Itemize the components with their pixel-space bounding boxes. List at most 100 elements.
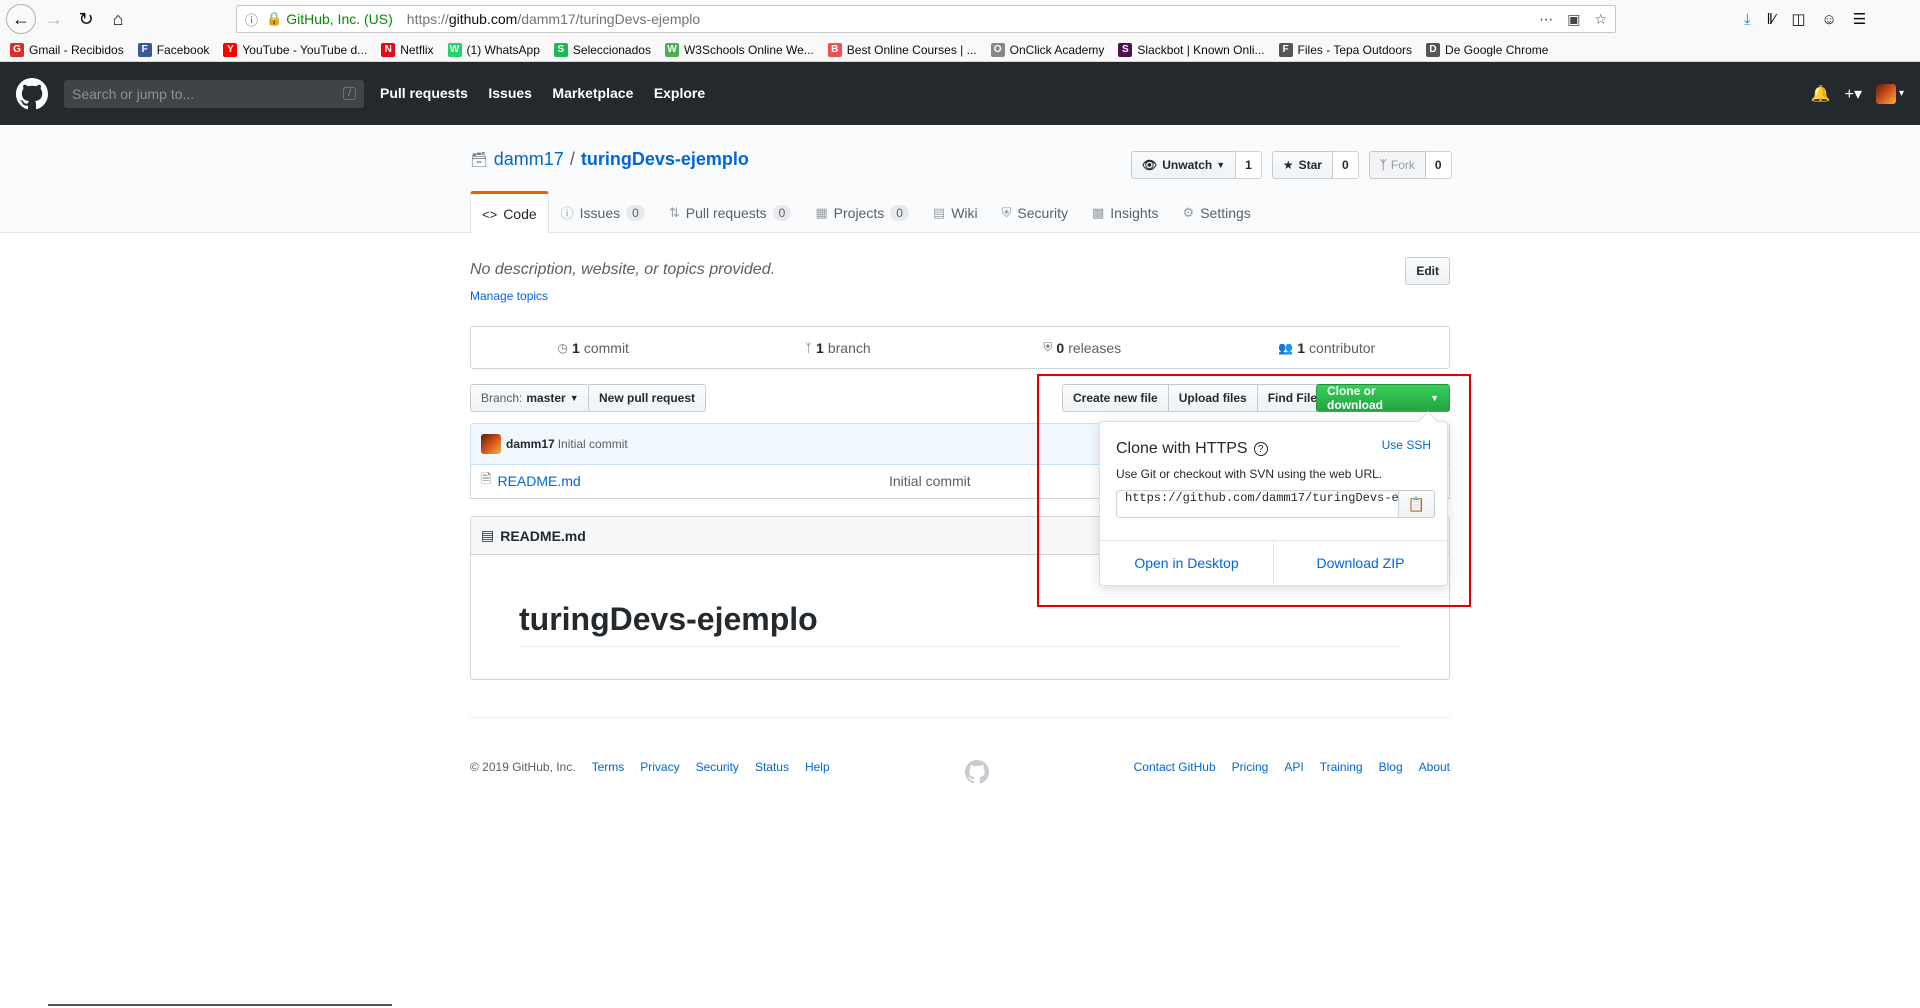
nav-issues[interactable]: Issues [488,85,532,101]
nav-explore[interactable]: Explore [654,85,705,101]
fork-count[interactable]: 0 [1425,151,1452,179]
tab-pull-requests[interactable]: ⇅ Pull requests 0 [657,191,804,233]
bookmark-label: Facebook [156,42,210,57]
clone-url-field[interactable]: https://github.com/damm17/turingDevs-eje… [1116,490,1399,518]
download-zip-button[interactable]: Download ZIP [1273,541,1447,585]
summary-commits[interactable]: ◷ 1 commit [471,327,716,368]
plus-icon[interactable]: +▾ [1845,84,1862,104]
bookmark-item[interactable]: W W3Schools Online We... [664,42,814,57]
footer-link-blog[interactable]: Blog [1379,760,1403,774]
bookmark-item[interactable]: B Best Online Courses | ... [827,42,977,57]
bookmark-item[interactable]: S Seleccionados [553,42,651,57]
footer-link-help[interactable]: Help [805,760,830,774]
footer-link-pricing[interactable]: Pricing [1232,760,1269,774]
summary-contributors[interactable]: 👥 1 contributor [1205,327,1450,368]
home-button[interactable]: ⌂ [104,5,132,33]
commit-message[interactable]: Initial commit [558,437,628,451]
pull-request-icon: ⇅ [668,204,680,220]
github-header: Search or jump to... / Pull requests Iss… [0,62,1920,125]
star-button[interactable]: ★ Star [1271,151,1333,179]
pocket-icon[interactable]: ▣ [1567,11,1580,28]
repo-owner-link[interactable]: damm17 [494,149,564,170]
star-group: ★ Star 0 [1271,151,1359,179]
tab-label: Wiki [951,204,978,221]
horizontal-scrollbar[interactable] [48,1004,392,1006]
readme-filename: README.md [500,527,586,544]
book-icon: ▤ [932,204,946,220]
tab-wiki[interactable]: ▤ Wiki [921,191,990,233]
footer-link-privacy[interactable]: Privacy [640,760,679,774]
numbers-summary: ◷ 1 commit ᛉ 1 branch ⛨ 0 releases 👥 1 c… [470,326,1450,369]
manage-topics-link[interactable]: Manage topics [470,289,548,303]
tab-projects[interactable]: ▦ Projects 0 [803,191,921,233]
forward-button[interactable]: → [40,5,68,33]
file-commit-message[interactable]: Initial commit [889,473,971,489]
library-icon[interactable]: ‖⁄ [1767,11,1776,28]
bookmark-label: W3Schools Online We... [683,42,814,57]
open-in-desktop-button[interactable]: Open in Desktop [1100,541,1273,585]
watch-count[interactable]: 1 [1236,151,1262,179]
footer-link-api[interactable]: API [1284,760,1303,774]
new-pull-request-button[interactable]: New pull request [588,384,707,412]
footer-link-status[interactable]: Status [755,760,789,774]
bookmark-item[interactable]: F Facebook [137,42,210,57]
footer-link-training[interactable]: Training [1320,760,1363,774]
bookmark-star-icon[interactable]: ☆ [1594,11,1607,28]
sidebar-icon[interactable]: ◫ [1791,10,1805,28]
github-mark-icon[interactable] [965,760,989,784]
github-logo-icon[interactable] [16,77,48,110]
footer-link-contact[interactable]: Contact GitHub [1134,760,1216,774]
tab-settings[interactable]: ⚙ Settings [1171,191,1263,233]
back-button[interactable]: ← [6,4,36,34]
commit-author[interactable]: damm17 [506,437,555,451]
tab-insights[interactable]: ▩ Insights [1080,191,1171,233]
avatar[interactable] [481,434,501,454]
bell-icon[interactable]: 🔔 [1811,84,1831,104]
use-ssh-link[interactable]: Use SSH [1382,438,1431,452]
copy-clipboard-button[interactable]: 📋 [1399,490,1435,518]
url-bar[interactable]: ⓘ 🔒 GitHub, Inc. (US) https://github.com… [236,5,1616,33]
bookmark-label: De Google Chrome [1445,42,1549,57]
account-icon[interactable]: ☺ [1822,11,1837,28]
tab-code[interactable]: <> Code [470,191,549,234]
nav-pull-requests[interactable]: Pull requests [380,85,468,101]
bookmark-item[interactable]: W (1) WhatsApp [447,42,540,57]
star-count[interactable]: 0 [1332,151,1359,179]
unwatch-button[interactable]: 👁 Unwatch ▼ [1131,151,1237,179]
user-menu[interactable]: ▾ [1875,83,1904,104]
page-actions-icon[interactable]: ⋯ [1539,11,1553,28]
bookmark-item[interactable]: D De Google Chrome [1426,42,1549,57]
footer-link-about[interactable]: About [1419,760,1450,774]
youtube-icon: Y [223,42,238,57]
edit-button[interactable]: Edit [1405,257,1450,285]
url-domain: github.com [448,11,518,27]
bookmark-item[interactable]: N Netflix [381,42,434,57]
question-icon[interactable]: ? [1253,442,1268,456]
tab-security[interactable]: ⛨ Security [990,191,1080,233]
site-identity[interactable]: GitHub, Inc. (US) [286,11,393,27]
caret-down-icon: ▼ [1216,160,1226,170]
tab-issues[interactable]: ⓘ Issues 0 [549,191,657,233]
info-icon[interactable]: ⓘ [245,10,258,29]
nav-marketplace[interactable]: Marketplace [552,85,633,101]
bookmark-label: Best Online Courses | ... [846,42,977,57]
file-name-link[interactable]: README.md [497,473,580,489]
graph-icon: ▩ [1092,204,1105,220]
reload-button[interactable]: ↻ [72,5,100,33]
bookmark-item[interactable]: G Gmail - Recibidos [10,42,124,57]
summary-releases[interactable]: ⛨ 0 releases [960,327,1205,368]
bookmark-item[interactable]: S Slackbot | Known Onli... [1118,42,1265,57]
bookmark-item[interactable]: O OnClick Academy [990,42,1104,57]
menu-icon[interactable]: ☰ [1853,10,1866,28]
footer-link-security[interactable]: Security [696,760,739,774]
search-input[interactable]: Search or jump to... / [64,79,364,108]
folder-icon: D [1426,42,1441,57]
download-icon[interactable]: ⤓ [1744,11,1751,28]
footer-link-terms[interactable]: Terms [592,760,625,774]
branch-select-button[interactable]: Branch: master ▼ [470,384,590,412]
fork-button[interactable]: ᛉ Fork [1368,151,1426,179]
summary-branches[interactable]: ᛉ 1 branch [716,327,961,368]
bookmark-item[interactable]: Y YouTube - YouTube d... [223,42,367,57]
repo-name-link[interactable]: turingDevs-ejemplo [581,149,749,170]
bookmark-item[interactable]: F Files - Tepa Outdoors [1278,42,1412,57]
